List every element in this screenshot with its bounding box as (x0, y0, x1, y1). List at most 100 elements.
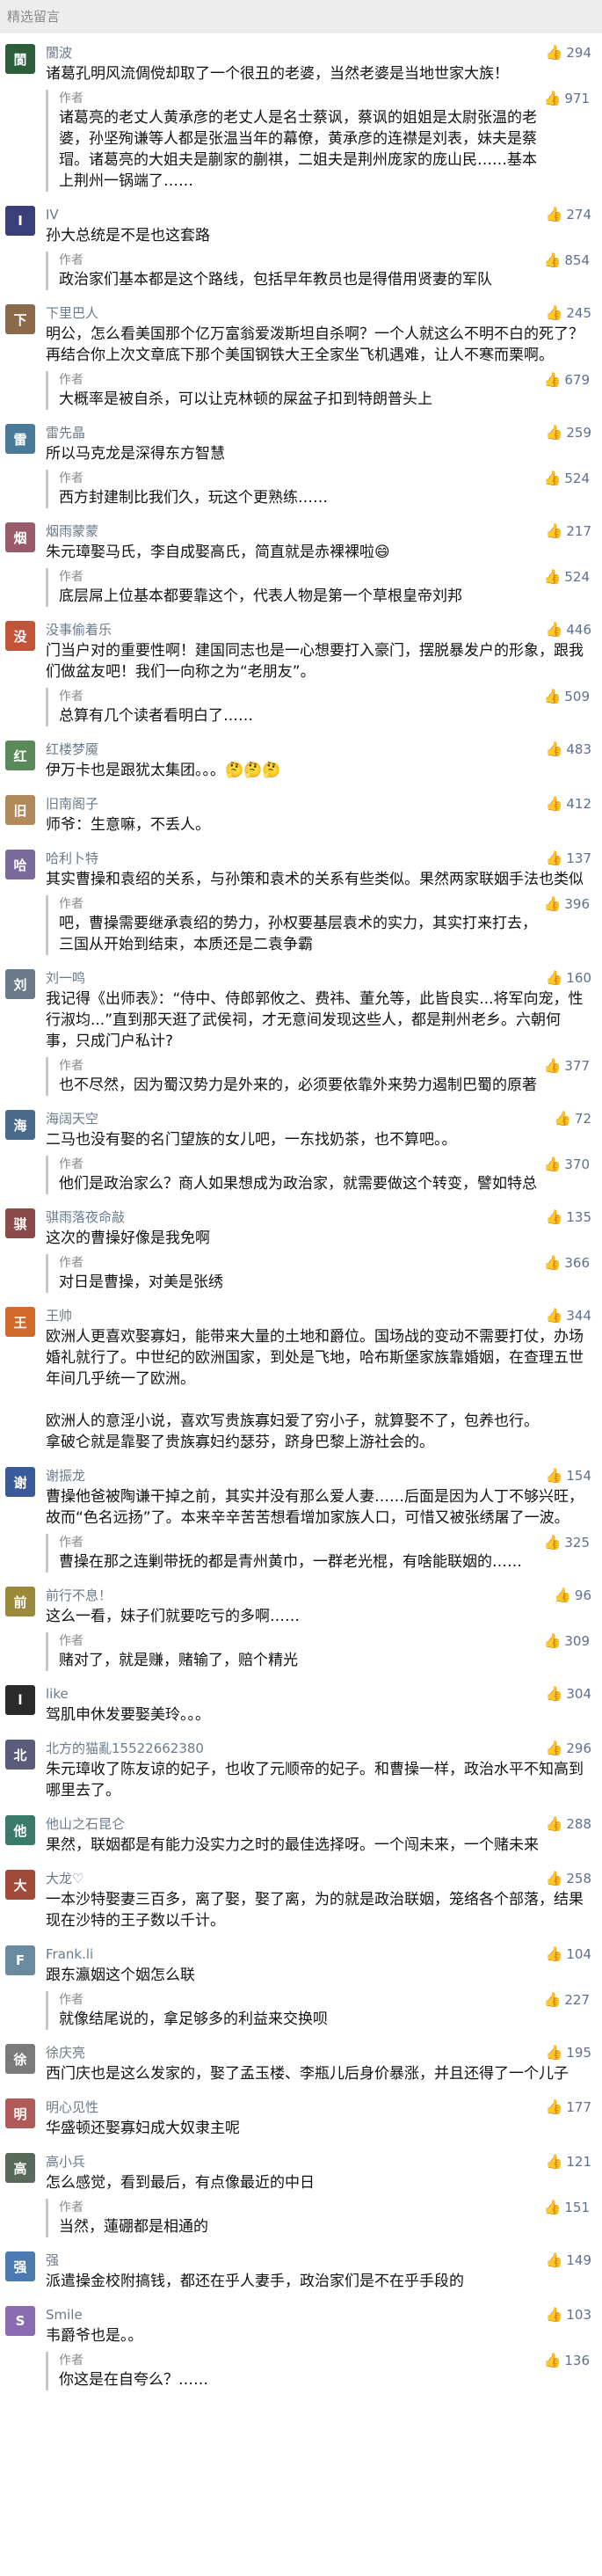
commenter-name[interactable]: 红楼梦魇 (46, 741, 590, 758)
commenter-name[interactable]: 谢振龙 (46, 1467, 590, 1485)
comment-item: 明明心见性 👍 177 华盛顿还娶寡妇成大奴隶主呢 (0, 2091, 602, 2146)
commenter-name[interactable]: 烟雨蒙蒙 (46, 522, 590, 540)
commenter-name[interactable]: 大龙♡ (46, 1870, 590, 1887)
like-button[interactable]: 👍 245 (545, 304, 591, 322)
avatar[interactable]: 旧 (5, 795, 35, 825)
like-button[interactable]: 👍 121 (545, 2153, 591, 2171)
avatar[interactable]: 没 (5, 621, 35, 651)
avatar[interactable]: 骐 (5, 1208, 35, 1238)
avatar[interactable]: 强 (5, 2251, 35, 2281)
reply-like-button[interactable]: 👍 309 (543, 1632, 590, 1650)
commenter-name[interactable]: 刘一鸣 (46, 969, 590, 987)
like-button[interactable]: 👍 483 (545, 741, 591, 758)
reply-like-button[interactable]: 👍 136 (543, 2352, 590, 2369)
like-button[interactable]: 👍 446 (545, 621, 591, 639)
like-button[interactable]: 👍 103 (545, 2306, 591, 2324)
commenter-name[interactable]: 王帅 (46, 1307, 590, 1324)
like-button[interactable]: 👍 149 (545, 2251, 591, 2269)
reply-like-button[interactable]: 👍 370 (543, 1156, 590, 1173)
like-button[interactable]: 👍 137 (545, 850, 591, 867)
avatar[interactable]: 他 (5, 1815, 35, 1845)
like-button[interactable]: 👍 104 (545, 1945, 591, 1963)
like-button[interactable]: 👍 288 (545, 1815, 591, 1833)
commenter-name[interactable]: Smile (46, 2306, 590, 2324)
avatar[interactable]: 大 (5, 1870, 35, 1900)
reply-text: 赌对了，就是赚，赌输了，赔个精光 (59, 1652, 298, 1669)
avatar[interactable]: I (5, 206, 35, 236)
commenter-name[interactable]: 没事偷着乐 (46, 621, 590, 639)
commenter-name[interactable]: 北方的猫亂15522662380 (46, 1740, 590, 1757)
avatar[interactable]: 海 (5, 1110, 35, 1140)
commenter-name[interactable]: 旧南阁子 (46, 795, 590, 813)
commenter-name[interactable]: 雷先晶 (46, 424, 590, 441)
commenter-name[interactable]: 哈利卜特 (46, 850, 590, 867)
commenter-name[interactable]: IV (46, 206, 590, 223)
reply-like-count: 227 (564, 1992, 590, 2008)
like-button[interactable]: 👍 412 (545, 795, 591, 813)
commenter-name[interactable]: 他山之石昆仑 (46, 1815, 590, 1833)
avatar[interactable]: 红 (5, 741, 35, 770)
like-count: 258 (566, 1871, 591, 1886)
avatar[interactable]: F (5, 1945, 35, 1975)
avatar[interactable]: 哈 (5, 850, 35, 879)
avatar[interactable]: 烟 (5, 522, 35, 552)
like-button[interactable]: 👍 160 (545, 969, 591, 987)
commenter-name[interactable]: Frank.li (46, 1945, 590, 1963)
avatar[interactable]: 王 (5, 1307, 35, 1337)
like-button[interactable]: 👍 304 (545, 1685, 591, 1703)
reply-like-button[interactable]: 👍 325 (543, 1534, 590, 1551)
avatar[interactable]: 明 (5, 2098, 35, 2128)
like-button[interactable]: 👍 296 (545, 1740, 591, 1757)
commenter-name[interactable]: 下里巴人 (46, 304, 590, 322)
avatar[interactable]: S (5, 2306, 35, 2336)
like-button[interactable]: 👍 294 (545, 44, 591, 62)
reply-like-button[interactable]: 👍 227 (543, 1991, 590, 2009)
like-count: 137 (566, 850, 591, 866)
like-button[interactable]: 👍 344 (545, 1307, 591, 1324)
commenter-name[interactable]: 明心见性 (46, 2098, 590, 2116)
like-button[interactable]: 👍 177 (545, 2098, 591, 2116)
avatar[interactable]: 閬 (5, 44, 35, 74)
avatar[interactable]: 徐 (5, 2044, 35, 2074)
like-button[interactable]: 👍 154 (545, 1467, 591, 1485)
reply-like-button[interactable]: 👍 971 (543, 90, 590, 107)
avatar[interactable]: l (5, 1685, 35, 1715)
avatar[interactable]: 谢 (5, 1467, 35, 1497)
avatar[interactable]: 雷 (5, 424, 35, 454)
reply-like-button[interactable]: 👍 509 (543, 688, 590, 705)
like-button[interactable]: 👍 72 (554, 1110, 591, 1127)
like-button[interactable]: 👍 274 (545, 206, 591, 223)
commenter-name[interactable]: 徐庆亮 (46, 2044, 590, 2062)
reply-like-button[interactable]: 👍 151 (543, 2199, 590, 2216)
reply-like-button[interactable]: 👍 396 (543, 895, 590, 913)
avatar[interactable]: 下 (5, 304, 35, 334)
like-button[interactable]: 👍 195 (545, 2044, 591, 2062)
commenter-name[interactable]: 閬波 (46, 44, 590, 62)
comment-item: 大大龙♡ 👍 258 一本沙特娶妻三百多，离了娶，娶了离，为的就是政治联姻，笼络各个部… (0, 1863, 602, 1938)
avatar[interactable]: 北 (5, 1740, 35, 1770)
thumbs-up-icon: 👍 (543, 1057, 562, 1074)
commenter-name[interactable]: 海阔天空 (46, 1110, 590, 1127)
commenter-name[interactable]: 强 (46, 2251, 590, 2269)
reply-like-button[interactable]: 👍 366 (543, 1254, 590, 1272)
reply-like-count: 136 (564, 2353, 590, 2368)
reply-like-button[interactable]: 👍 854 (543, 252, 590, 269)
commenter-name[interactable]: 高小兵 (46, 2153, 590, 2171)
thumbs-up-icon: 👍 (545, 2306, 563, 2323)
avatar[interactable]: 高 (5, 2153, 35, 2183)
like-button[interactable]: 👍 135 (545, 1208, 591, 1226)
avatar[interactable]: 刘 (5, 969, 35, 999)
commenter-name[interactable]: 前行不息！ (46, 1587, 590, 1604)
like-button[interactable]: 👍 217 (545, 522, 591, 540)
avatar[interactable]: 前 (5, 1587, 35, 1616)
commenter-name[interactable]: 骐雨落夜命敲 (46, 1208, 590, 1226)
reply-like-button[interactable]: 👍 377 (543, 1057, 590, 1075)
comment-text: 怎么感觉，看到最后，有点像最近的中日 (46, 2174, 315, 2192)
like-button[interactable]: 👍 259 (545, 424, 591, 441)
like-button[interactable]: 👍 96 (554, 1587, 591, 1604)
reply-like-button[interactable]: 👍 524 (543, 568, 590, 586)
reply-like-button[interactable]: 👍 524 (543, 470, 590, 487)
like-button[interactable]: 👍 258 (545, 1870, 591, 1887)
reply-like-button[interactable]: 👍 679 (543, 371, 590, 389)
commenter-name[interactable]: like (46, 1685, 590, 1703)
